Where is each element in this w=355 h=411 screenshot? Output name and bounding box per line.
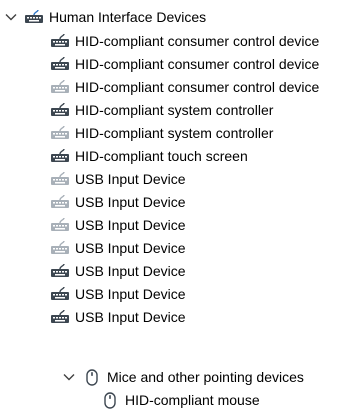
hid-device-icon: [50, 33, 70, 49]
tree-node-label: USB Input Device: [75, 286, 186, 302]
tree-node-device[interactable]: USB Input Device: [50, 168, 186, 190]
tree-node-device[interactable]: USB Input Device: [50, 214, 186, 236]
tree-node-label: Mice and other pointing devices: [107, 369, 304, 385]
tree-node-device[interactable]: HID-compliant consumer control device: [50, 53, 319, 75]
tree-node-label: USB Input Device: [75, 194, 186, 210]
tree-node-label: USB Input Device: [75, 217, 186, 233]
tree-node-label: USB Input Device: [75, 240, 186, 256]
tree-node-label: HID-compliant mouse: [125, 392, 260, 408]
hid-device-icon: [50, 309, 70, 325]
hid-device-icon: [50, 79, 70, 95]
tree-node-label: Human Interface Devices: [49, 9, 207, 25]
hid-device-icon: [50, 102, 70, 118]
tree-node-device[interactable]: USB Input Device: [50, 260, 186, 282]
tree-node-hid-compliant-mouse[interactable]: HID-compliant mouse: [100, 389, 260, 411]
tree-node-device[interactable]: USB Input Device: [50, 283, 186, 305]
mouse-icon: [82, 368, 102, 386]
hid-device-icon: [50, 194, 70, 210]
hid-device-icon: [50, 217, 70, 233]
tree-node-label: HID-compliant system controller: [75, 102, 274, 118]
hid-device-icon: [50, 263, 70, 279]
tree-node-label: HID-compliant touch screen: [75, 148, 248, 164]
hid-device-icon: [50, 286, 70, 302]
tree-node-human-interface-devices[interactable]: Human Interface Devices: [4, 6, 206, 28]
mouse-icon: [100, 391, 120, 409]
tree-node-label: USB Input Device: [75, 171, 186, 187]
tree-node-device[interactable]: HID-compliant touch screen: [50, 145, 248, 167]
tree-node-label: HID-compliant consumer control device: [75, 56, 320, 72]
tree-node-device[interactable]: HID-compliant system controller: [50, 122, 273, 144]
tree-node-label: HID-compliant consumer control device: [75, 33, 320, 49]
tree-node-device[interactable]: HID-compliant consumer control device: [50, 76, 319, 98]
tree-node-label: USB Input Device: [75, 309, 186, 325]
hid-device-icon: [50, 125, 70, 141]
tree-node-label: USB Input Device: [75, 263, 186, 279]
tree-node-device[interactable]: USB Input Device: [50, 237, 186, 259]
hid-category-icon: [24, 9, 44, 25]
chevron-down-icon[interactable]: [4, 6, 18, 28]
hid-device-icon: [50, 56, 70, 72]
tree-node-label: HID-compliant consumer control device: [75, 79, 320, 95]
hid-device-icon: [50, 240, 70, 256]
hid-device-icon: [50, 148, 70, 164]
tree-node-device[interactable]: HID-compliant consumer control device: [50, 30, 319, 52]
chevron-down-icon[interactable]: [62, 366, 76, 388]
tree-node-device[interactable]: HID-compliant system controller: [50, 99, 273, 121]
tree-node-device[interactable]: USB Input Device: [50, 306, 186, 328]
tree-node-mice-and-pointing-devices[interactable]: Mice and other pointing devices: [62, 366, 304, 388]
tree-node-device[interactable]: USB Input Device: [50, 191, 186, 213]
hid-device-icon: [50, 171, 70, 187]
tree-node-label: HID-compliant system controller: [75, 125, 274, 141]
